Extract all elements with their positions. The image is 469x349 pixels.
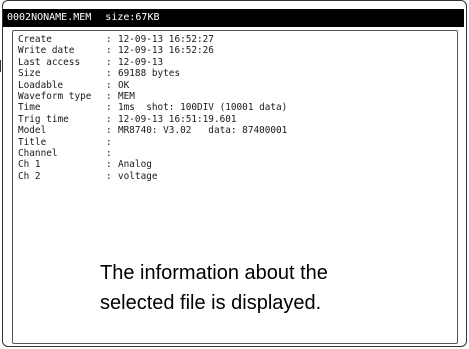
info-value: voltage <box>118 170 158 182</box>
info-label: Create <box>18 34 52 45</box>
info-value: OK <box>118 79 130 91</box>
info-separator: : <box>106 90 112 102</box>
info-row-channel: Channel: <box>18 148 458 159</box>
callout-line <box>0 60 5 72</box>
file-info-titlebar: 0002NONAME.MEM size:67KB <box>3 9 464 27</box>
caption-line-2: selected file is displayed. <box>100 292 322 314</box>
info-value: MR8740: V3.02 data: 87400001 <box>118 125 288 137</box>
info-value: 12-09-13 16:51:19.601 <box>118 113 237 125</box>
info-row-time: Time:1ms shot: 100DIV (10001 data) <box>18 102 458 113</box>
info-value: MEM <box>118 90 135 102</box>
info-row-model: Model: MR8740: V3.02 data: 87400001 <box>18 125 458 136</box>
info-separator: : <box>106 102 112 114</box>
info-label: Model <box>18 125 47 137</box>
info-separator: : <box>106 113 112 125</box>
info-label: Title <box>18 136 47 148</box>
info-label: Last access <box>18 56 81 68</box>
info-row-ch1: Ch 1: Analog <box>18 159 458 170</box>
info-label: Trig time <box>18 113 69 125</box>
info-label: Loadable <box>18 79 64 91</box>
info-label: Size <box>18 68 41 80</box>
titlebar-size: size:67KB <box>105 12 160 23</box>
titlebar-filename: 0002NONAME.MEM <box>7 12 92 23</box>
info-separator: : <box>106 170 112 182</box>
info-separator: : <box>106 79 112 91</box>
info-value: 69188 bytes <box>118 68 181 80</box>
info-label: Ch 2 <box>18 170 41 182</box>
info-label: Time <box>18 102 41 114</box>
info-separator: : <box>106 56 112 68</box>
info-row-create: Create:12-09-13 16:52:27 <box>18 34 458 45</box>
info-label: Write date <box>18 45 75 57</box>
info-separator: : <box>106 125 112 137</box>
info-row-waveform-type: Waveform type: MEM <box>18 91 458 102</box>
caption-line-1: The information about the <box>100 262 328 284</box>
info-row-size: Size:69188 bytes <box>18 68 458 79</box>
info-separator: : <box>106 34 112 45</box>
info-separator: : <box>106 136 112 148</box>
info-label: Channel <box>18 147 58 159</box>
info-value: 12-09-13 <box>118 56 164 68</box>
info-label: Ch 1 <box>18 159 41 171</box>
info-value: Analog <box>118 159 152 171</box>
info-value: 1ms shot: 100DIV (10001 data) <box>118 102 288 114</box>
info-label: Waveform type <box>18 90 92 102</box>
info-row-trig-time: Trig time:12-09-13 16:51:19.601 <box>18 114 458 125</box>
info-row-last-access: Last access:12-09-13 <box>18 57 458 68</box>
info-separator: : <box>106 68 112 80</box>
info-row-loadable: Loadable: OK <box>18 80 458 91</box>
info-separator: : <box>106 147 112 159</box>
file-info-list: Create:12-09-13 16:52:27 Write date:12-0… <box>18 34 458 182</box>
info-value: 12-09-13 16:52:26 <box>118 45 214 57</box>
info-row-write-date: Write date:12-09-13 16:52:26 <box>18 45 458 56</box>
info-row-ch2: Ch 2: voltage <box>18 171 458 182</box>
info-row-title: Title: <box>18 137 458 148</box>
info-separator: : <box>106 45 112 57</box>
explanation-caption: The information about the selected file … <box>100 258 440 318</box>
info-separator: : <box>106 159 112 171</box>
info-value: 12-09-13 16:52:27 <box>118 34 214 45</box>
